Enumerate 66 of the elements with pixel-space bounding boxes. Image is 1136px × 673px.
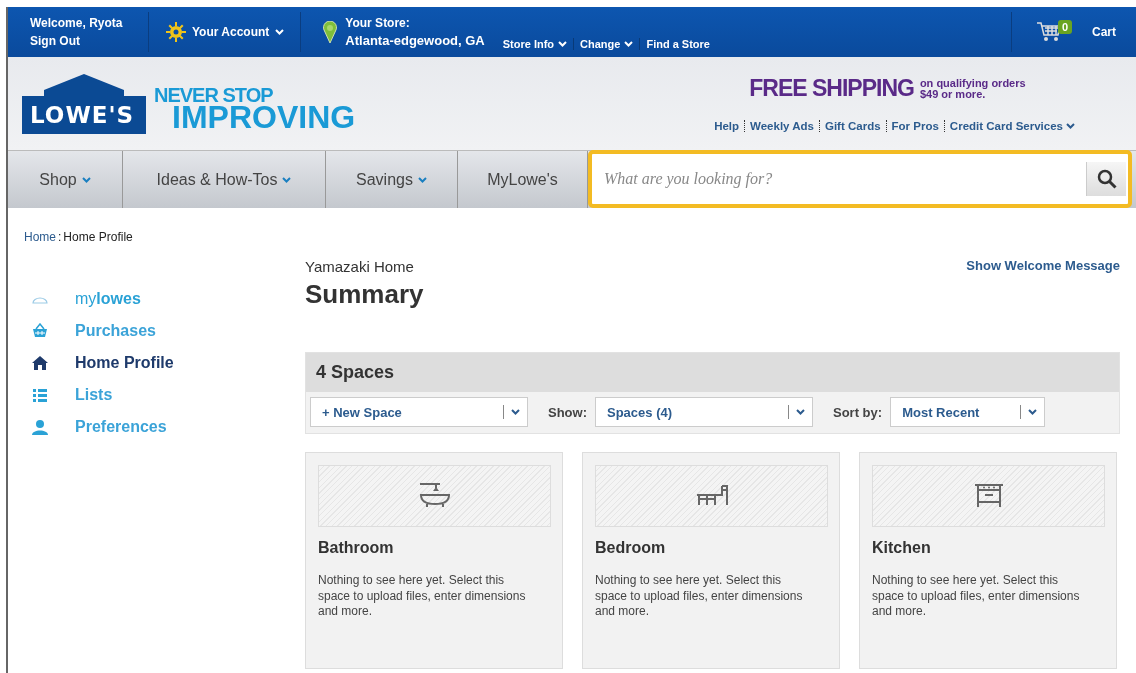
chevron-down-icon	[558, 41, 568, 47]
store-logo: LOWE'S	[22, 73, 146, 134]
nav-tab[interactable]: Ideas & How-Tos	[123, 151, 326, 208]
chevron-down-icon	[1066, 123, 1075, 129]
space-name: Bathroom	[318, 539, 395, 557]
tagline-text: NEVER STOP IMPROVING	[154, 87, 356, 132]
list-icon	[32, 387, 48, 403]
account-menu[interactable]: Your Account	[149, 12, 302, 52]
show-dropdown[interactable]: Spaces (4)	[595, 397, 813, 427]
space-description: Nothing to see here yet. Select this space to upload files, enter dimensions and more.	[318, 573, 527, 620]
basket-icon	[32, 323, 48, 339]
space-name: Kitchen	[872, 539, 932, 557]
store-link[interactable]: Change	[573, 38, 640, 50]
sort-label: Sort by:	[833, 404, 883, 420]
spaces-heading: 4 Spaces	[306, 353, 1119, 392]
search-bar[interactable]: What are you looking for?	[588, 150, 1132, 208]
breadcrumb-current: Home Profile	[63, 230, 133, 244]
space-card[interactable]: Bedroom Nothing to see here yet. Select this space to upload files, enter dimensions and more.	[582, 452, 840, 669]
chevron-down-icon	[624, 41, 634, 47]
bathtub-icon	[417, 483, 452, 509]
chevron-down-icon	[275, 29, 285, 35]
chevron-down-icon	[81, 176, 91, 183]
header-link[interactable]: Gift Cards	[818, 120, 886, 132]
house-icon	[32, 355, 48, 371]
space-card[interactable]: Kitchen Nothing to see here yet. Select this space to upload files, enter dimensions and more.	[859, 452, 1117, 669]
breadcrumb-link[interactable]: Home	[24, 230, 56, 244]
header-link[interactable]: Help	[709, 120, 745, 132]
header-link[interactable]: Credit Card Services	[943, 120, 1080, 132]
show-welcome-link[interactable]: Show Welcome Message	[966, 258, 1120, 274]
sign-out-link[interactable]: Sign Out	[30, 34, 148, 48]
space-card[interactable]: Bathroom Nothing to see here yet. Select this space to upload files, enter dimensions and more.	[305, 452, 563, 669]
chevron-down-icon	[417, 176, 427, 183]
chevron-down-icon	[511, 409, 520, 415]
nav-tab[interactable]: Savings	[326, 151, 458, 208]
space-name: Bedroom	[595, 539, 667, 557]
store-name: Atlanta-edgewood, GA	[345, 33, 485, 48]
home-name: Yamazaki Home	[305, 258, 415, 275]
nav-tab[interactable]: Shop	[8, 151, 123, 208]
cart-link[interactable]: 0 Cart	[1011, 12, 1136, 52]
welcome-text: Welcome, Ryota	[30, 16, 124, 30]
breadcrumb-separator: :	[58, 230, 62, 244]
cart-count-badge: 0	[1058, 20, 1073, 34]
sort-dropdown[interactable]: Most Recent	[890, 397, 1046, 427]
chevron-down-icon	[282, 176, 292, 183]
space-description: Nothing to see here yet. Select this space to upload files, enter dimensions and more.	[595, 573, 804, 620]
person-icon	[32, 419, 48, 435]
space-description: Nothing to see here yet. Select this space to upload files, enter dimensions and more.	[872, 573, 1081, 620]
page-title: Summary	[305, 279, 424, 310]
store-link[interactable]: Find a Store	[639, 38, 716, 50]
chevron-down-icon	[1028, 409, 1038, 415]
cart-icon	[1036, 21, 1062, 43]
header-link[interactable]: Weekly Ads	[744, 120, 819, 132]
chevron-down-icon	[796, 409, 805, 415]
location-pin-icon	[323, 21, 338, 43]
sidebar-item[interactable]: Home Profile	[32, 354, 305, 372]
store-link[interactable]: Store Info	[492, 38, 574, 50]
header-link[interactable]: For Pros	[885, 120, 944, 132]
search-field[interactable]: What are you looking for?	[602, 169, 1086, 189]
gear-icon	[166, 22, 186, 42]
new-space-dropdown[interactable]: + New Space	[310, 397, 528, 427]
search-icon	[1096, 169, 1117, 189]
shipping-note: on qualifying orders $49 or more.	[919, 77, 1027, 100]
show-label: Show:	[548, 404, 587, 420]
search-button[interactable]	[1086, 162, 1126, 196]
free-shipping-text: FREE SHIPPING	[749, 75, 914, 102]
store-label: Your Store:	[345, 16, 411, 30]
